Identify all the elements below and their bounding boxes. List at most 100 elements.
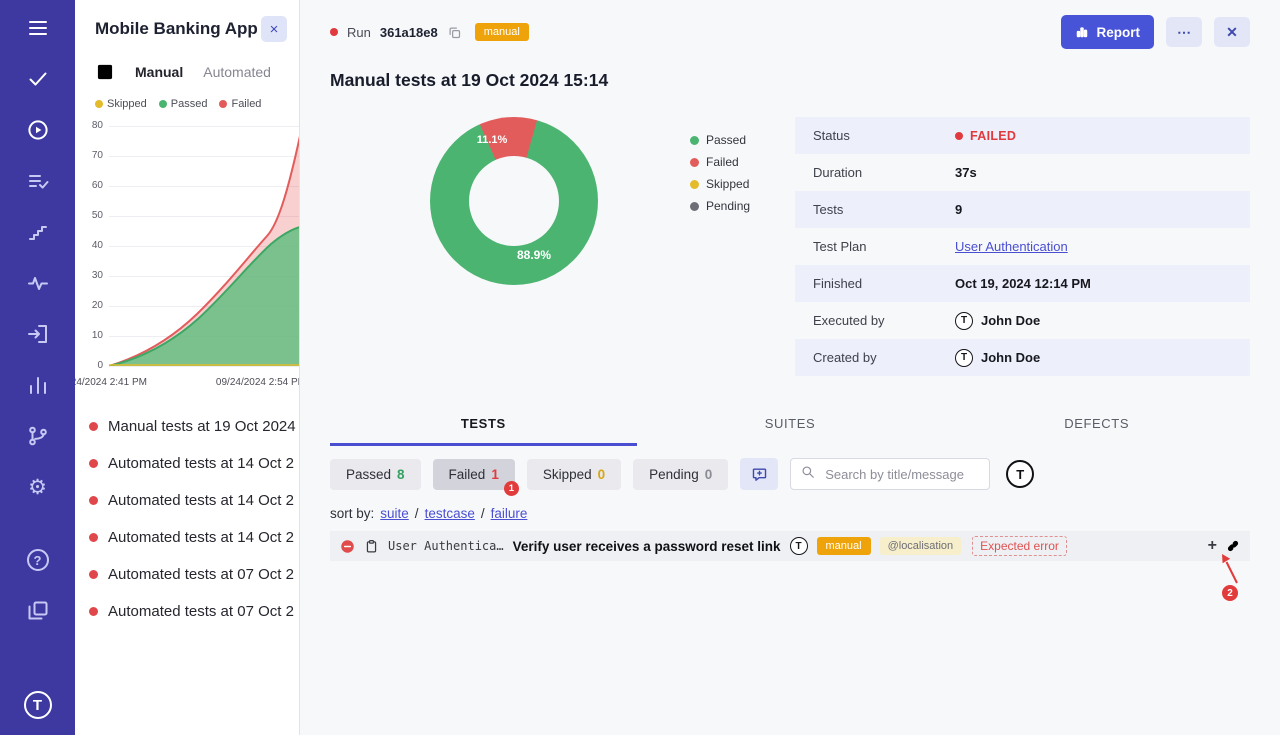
failed-run-dot	[89, 570, 98, 579]
tutorial-step-2-annotation: 2	[1214, 547, 1244, 607]
tests-count-value: 9	[955, 202, 962, 217]
project-panel-close-button[interactable]: ×	[261, 16, 287, 42]
run-list: Manual tests at 19 Oct 2024 Automated te…	[75, 408, 299, 630]
copy-run-id-button[interactable]	[447, 25, 462, 40]
sort-separator: /	[481, 506, 485, 521]
info-row-finished: Finished Oct 19, 2024 12:14 PM	[795, 265, 1250, 302]
failed-run-dot	[89, 496, 98, 505]
result-tabs: TESTS SUITES DEFECTS	[330, 406, 1250, 446]
passed-percent-label: 88.9%	[517, 248, 551, 262]
tutorial-step-2-badge: 2	[1222, 585, 1238, 601]
created-by-value: John Doe	[981, 350, 1040, 365]
legend-passed: Passed	[159, 98, 208, 110]
status-value: FAILED	[970, 129, 1016, 143]
play-circle-icon[interactable]	[26, 118, 50, 142]
duration-value: 37s	[955, 165, 977, 180]
search-input[interactable]	[823, 466, 979, 483]
link-icon[interactable]	[1226, 539, 1240, 553]
run-overview: 11.1% 88.9% Passed Failed Skipped Pendin…	[330, 117, 1250, 376]
info-row-executed-by: Executed by TJohn Doe	[795, 302, 1250, 339]
run-list-item[interactable]: Automated tests at 14 Oct 2	[75, 445, 299, 482]
expected-error-chip: Expected error	[972, 536, 1067, 556]
activity-pulse-icon[interactable]	[26, 271, 50, 295]
bar-chart-icon[interactable]	[26, 373, 50, 397]
sort-separator: /	[415, 506, 419, 521]
sort-by-failure-link[interactable]: failure	[491, 506, 528, 521]
legend-skipped: Skipped	[95, 98, 147, 110]
project-tabs: Manual Automated	[75, 50, 299, 90]
run-list-item[interactable]: Automated tests at 07 Oct 2	[75, 593, 299, 630]
legend-failed: Failed	[690, 155, 750, 169]
run-list-item[interactable]: Automated tests at 14 Oct 2	[75, 519, 299, 556]
close-run-button[interactable]: ✕	[1214, 17, 1250, 47]
skipped-dot	[95, 100, 103, 108]
avatar: T	[955, 349, 973, 367]
tab-defects[interactable]: DEFECTS	[943, 406, 1250, 446]
steps-icon[interactable]	[26, 220, 50, 244]
run-status-dot	[330, 28, 338, 36]
more-actions-button[interactable]: ⋯	[1166, 17, 1202, 47]
app-sidebar: ⚙ ? T	[0, 0, 75, 735]
search-box	[790, 458, 990, 490]
run-list-item[interactable]: Automated tests at 07 Oct 2	[75, 556, 299, 593]
copy-docs-icon[interactable]	[26, 599, 50, 623]
run-detail: Run 361a18e8 manual Report ⋯ ✕ Manual te…	[300, 0, 1280, 735]
filter-failed-button[interactable]: Failed1 1	[433, 459, 515, 490]
comment-filter-button[interactable]	[740, 458, 778, 490]
run-id: 361a18e8	[380, 25, 438, 40]
menu-icon[interactable]	[26, 16, 50, 40]
sort-by-testcase-link[interactable]: testcase	[425, 506, 475, 521]
tab-manual[interactable]: Manual	[135, 64, 183, 80]
pending-dot	[690, 202, 699, 211]
gear-icon[interactable]: ⚙	[26, 475, 50, 499]
test-plan-link[interactable]: User Authentication	[955, 239, 1068, 254]
legend-failed: Failed	[219, 98, 261, 110]
skipped-dot	[690, 180, 699, 189]
project-panel: Mobile Banking App × Manual Automated Sk…	[75, 0, 300, 735]
failed-dot	[690, 158, 699, 167]
legend-skipped: Skipped	[690, 177, 750, 191]
tab-tests[interactable]: TESTS	[330, 406, 637, 446]
assignee-filter-logo[interactable]: T	[1006, 460, 1034, 488]
suite-name: User Authentica…	[388, 539, 504, 553]
sign-in-icon[interactable]	[26, 322, 50, 346]
donut-legend: Passed Failed Skipped Pending	[690, 133, 750, 213]
playlist-check-icon[interactable]	[26, 169, 50, 193]
run-list-item[interactable]: Automated tests at 14 Oct 2	[75, 482, 299, 519]
tab-automated[interactable]: Automated	[203, 64, 271, 80]
failed-run-dot	[89, 422, 98, 431]
help-icon[interactable]: ?	[26, 548, 50, 572]
info-row-test-plan: Test Plan User Authentication	[795, 228, 1250, 265]
passed-dot	[159, 100, 167, 108]
runs-view-icon	[95, 62, 115, 82]
project-title: Mobile Banking App	[95, 19, 258, 39]
run-header-actions: Report ⋯ ✕	[1061, 15, 1251, 49]
tab-suites[interactable]: SUITES	[637, 406, 944, 446]
filter-skipped-button[interactable]: Skipped0	[527, 459, 621, 490]
trend-x-labels: /24/2024 2:41 PM 09/24/2024 2:54 PM	[75, 372, 300, 388]
localisation-tag[interactable]: @localisation	[880, 537, 962, 555]
trend-area-chart	[109, 126, 300, 366]
avatar: T	[790, 537, 808, 555]
info-row-tests: Tests 9	[795, 191, 1250, 228]
sort-by-suite-link[interactable]: suite	[380, 506, 409, 521]
git-branch-icon[interactable]	[26, 424, 50, 448]
app-logo-icon[interactable]: T	[24, 691, 52, 719]
failed-percent-label: 11.1%	[477, 134, 508, 146]
report-button[interactable]: Report	[1061, 15, 1155, 49]
failed-run-dot	[89, 607, 98, 616]
x-label-end: 09/24/2024 2:54 PM	[216, 377, 300, 388]
filter-pending-button[interactable]: Pending0	[633, 459, 728, 490]
legend-passed: Passed	[690, 133, 750, 147]
failed-test-icon	[340, 539, 355, 554]
manual-badge: manual	[817, 537, 871, 555]
run-list-item[interactable]: Manual tests at 19 Oct 2024	[75, 408, 299, 445]
check-icon[interactable]	[26, 67, 50, 91]
filter-passed-button[interactable]: Passed8	[330, 459, 421, 490]
finished-value: Oct 19, 2024 12:14 PM	[955, 276, 1091, 291]
test-result-row[interactable]: User Authentica… Verify user receives a …	[330, 531, 1250, 561]
legend-pending: Pending	[690, 199, 750, 213]
app: ⚙ ? T Mobile Banking App × Manual Automa…	[0, 0, 1280, 735]
add-icon[interactable]: +	[1208, 538, 1217, 554]
info-row-duration: Duration 37s	[795, 154, 1250, 191]
